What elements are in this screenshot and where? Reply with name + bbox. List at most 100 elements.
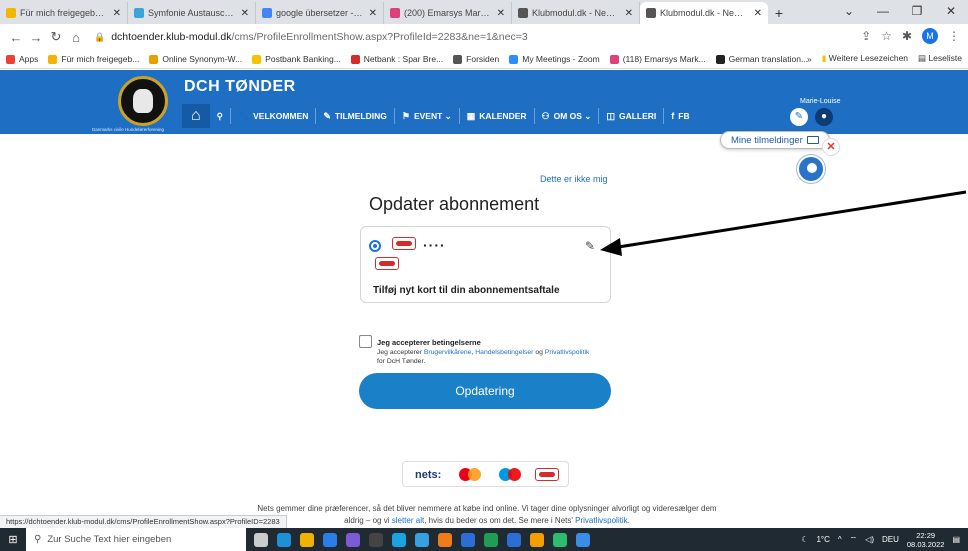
new-tab-button[interactable]: +: [768, 2, 790, 24]
nets-privacy-link[interactable]: Privatlivspolitik: [575, 516, 627, 525]
page-title: Opdater abonnement: [369, 194, 540, 214]
bookmark-item[interactable]: Für mich freigegeb...: [48, 54, 139, 64]
weather-icon[interactable]: ☾: [801, 535, 808, 544]
extensions-icon[interactable]: ✱: [902, 29, 912, 43]
taskbar-app-icon[interactable]: [530, 532, 544, 547]
volume-icon[interactable]: ◁): [865, 535, 874, 544]
clock[interactable]: 22:29 08.03.2022: [907, 531, 945, 549]
taskbar-app-icon[interactable]: [438, 532, 452, 547]
close-icon[interactable]: ✕: [822, 138, 840, 156]
temperature[interactable]: 1°C: [816, 535, 829, 544]
menu-item[interactable]: ⚑ EVENT ⌄: [395, 108, 460, 124]
privacy-policy-link[interactable]: Privatlivspolitik: [545, 349, 590, 356]
add-new-card-link[interactable]: Tilføj nyt kort til din abonnementsaftal…: [373, 285, 560, 296]
taskbar-app-icon[interactable]: [277, 532, 291, 547]
update-button[interactable]: Opdatering: [359, 373, 611, 409]
user-icon[interactable]: ●: [815, 108, 833, 126]
edit-profile-icon[interactable]: ✎: [790, 108, 808, 126]
bookmark-item[interactable]: Apps: [6, 54, 38, 64]
taskbar-app-icon[interactable]: [392, 532, 406, 547]
bookmark-item[interactable]: Netbank : Spar Bre...: [350, 54, 443, 64]
edit-card-icon[interactable]: ✎: [585, 239, 595, 253]
menu-item[interactable]: ⚇ OM OS ⌄: [535, 108, 600, 124]
taskbar-app-icon[interactable]: [461, 532, 475, 547]
menu-item[interactable]: f FB: [664, 108, 696, 124]
menu-item[interactable]: ◫ GALLERI: [599, 108, 665, 124]
menu-item[interactable]: ✎ TILMELDING: [316, 108, 395, 124]
share-icon[interactable]: ⇪: [861, 29, 871, 43]
accept-terms-checkbox[interactable]: [359, 335, 372, 348]
bookmark-item[interactable]: Online Synonym-W...: [149, 54, 242, 64]
bookmark-item[interactable]: (118) Emarsys Mark...: [609, 54, 706, 64]
taskbar-app-icon[interactable]: [369, 532, 383, 547]
tab-close-icon[interactable]: ✕: [369, 8, 377, 19]
menu-item[interactable]: 🐾 VELKOMMEN: [231, 108, 317, 124]
taskbar-app-icon[interactable]: [254, 532, 268, 547]
url-field[interactable]: 🔒 dchtoender.klub-modul.dk/cms/ProfileEn…: [94, 31, 528, 43]
browser-tab[interactable]: Für mich freigegeben – Goo ✕: [0, 2, 128, 24]
taskbar-app-icon[interactable]: [300, 532, 314, 547]
network-icon[interactable]: ⌔: [850, 535, 858, 545]
user-terms-link[interactable]: Brugervilkårene: [424, 349, 472, 356]
taskbar-app-icon[interactable]: [484, 532, 498, 547]
bookmark-label: Für mich freigegeb...: [61, 54, 140, 64]
browser-tab[interactable]: Symfonie Austauschbares K ✕: [128, 2, 256, 24]
bookmark-item[interactable]: German translation...: [715, 54, 808, 64]
reload-icon[interactable]: ↻: [46, 29, 66, 45]
tab-close-icon[interactable]: ✕: [497, 8, 505, 19]
menu-item-label: VELKOMMEN: [253, 111, 309, 121]
nets-disclaimer: Nets gemmer dine præferencer, så det bli…: [232, 503, 742, 527]
taskbar-app-icon[interactable]: [553, 532, 567, 547]
taskbar-app-icon[interactable]: [323, 532, 337, 547]
delete-all-link[interactable]: sletter alt: [392, 516, 424, 525]
browser-tab[interactable]: Klubmodul.dk - Nem kluba ✕: [512, 2, 640, 24]
trade-terms-link[interactable]: Handelsbetingelser: [475, 349, 533, 356]
taskbar-app-icon[interactable]: [346, 532, 360, 547]
bookmark-favicon-icon: [609, 54, 619, 64]
minimize-button[interactable]: —: [866, 0, 900, 24]
menu-item[interactable]: ▦ KALENDER: [460, 108, 535, 124]
taskbar-app-icon[interactable]: [507, 532, 521, 547]
tray-chevron-icon[interactable]: ^: [838, 535, 842, 544]
tab-close-icon[interactable]: ✕: [754, 8, 762, 19]
site-title[interactable]: DCH TØNDER: [184, 78, 296, 96]
my-enrollments-popover[interactable]: Mine tilmeldinger: [720, 131, 830, 149]
back-icon[interactable]: ←: [6, 30, 26, 45]
taskbar-app-icon[interactable]: [576, 532, 590, 547]
maximize-button[interactable]: ❐: [900, 0, 934, 24]
accept-terms-text: Jeg accepterer Brugervilkårene, Handelsb…: [377, 348, 589, 366]
forward-icon[interactable]: →: [26, 30, 46, 45]
menu-dots-icon[interactable]: ⋮: [948, 29, 960, 43]
saved-card-radio[interactable]: [369, 240, 381, 252]
taskbar-search-input[interactable]: ⚲ Zur Suche Text hier eingeben: [26, 528, 246, 551]
browser-tab[interactable]: Klubmodul.dk - Nem kluba ✕: [640, 2, 768, 24]
tab-search-button[interactable]: ⌄: [832, 0, 866, 24]
tab-close-icon[interactable]: ✕: [625, 8, 633, 19]
profile-avatar[interactable]: M: [922, 28, 938, 44]
language-indicator[interactable]: DEU: [882, 535, 899, 544]
lock-icon[interactable]: 🔒: [94, 32, 105, 43]
search-menu-icon[interactable]: ⚲: [210, 108, 231, 124]
bookmark-favicon-icon: [252, 54, 262, 64]
other-bookmarks-folder[interactable]: ▮ Weitere Lesezeichen: [822, 53, 908, 64]
home-icon[interactable]: ⌂: [66, 30, 86, 45]
windows-start-icon[interactable]: ⊞: [0, 528, 26, 551]
club-logo[interactable]: [118, 76, 168, 126]
bookmarks-more-button[interactable]: »: [807, 54, 812, 64]
close-window-button[interactable]: ✕: [934, 0, 968, 24]
bookmark-star-icon[interactable]: ☆: [881, 29, 892, 43]
bookmark-item[interactable]: My Meetings - Zoom: [509, 54, 600, 64]
notifications-icon[interactable]: ▤: [952, 535, 960, 544]
bookmark-item[interactable]: Postbank Banking...: [252, 54, 341, 64]
browser-tab[interactable]: (200) Emarsys Marketing Pl ✕: [384, 2, 512, 24]
browser-tab[interactable]: google übersetzer - Google ✕: [256, 2, 384, 24]
bookmark-item[interactable]: Forsiden: [453, 54, 499, 64]
url-domain: dchtoender.klub-modul.dk: [111, 31, 232, 43]
home-menu-icon[interactable]: ⌂: [182, 104, 210, 128]
not-me-link[interactable]: Dette er ikke mig: [540, 174, 608, 184]
tab-close-icon[interactable]: ✕: [241, 8, 249, 19]
taskbar-app-icon[interactable]: [415, 532, 429, 547]
tab-close-icon[interactable]: ✕: [113, 8, 121, 19]
reading-list-button[interactable]: ▤ Leseliste: [918, 53, 962, 64]
group-icon[interactable]: [797, 155, 825, 183]
